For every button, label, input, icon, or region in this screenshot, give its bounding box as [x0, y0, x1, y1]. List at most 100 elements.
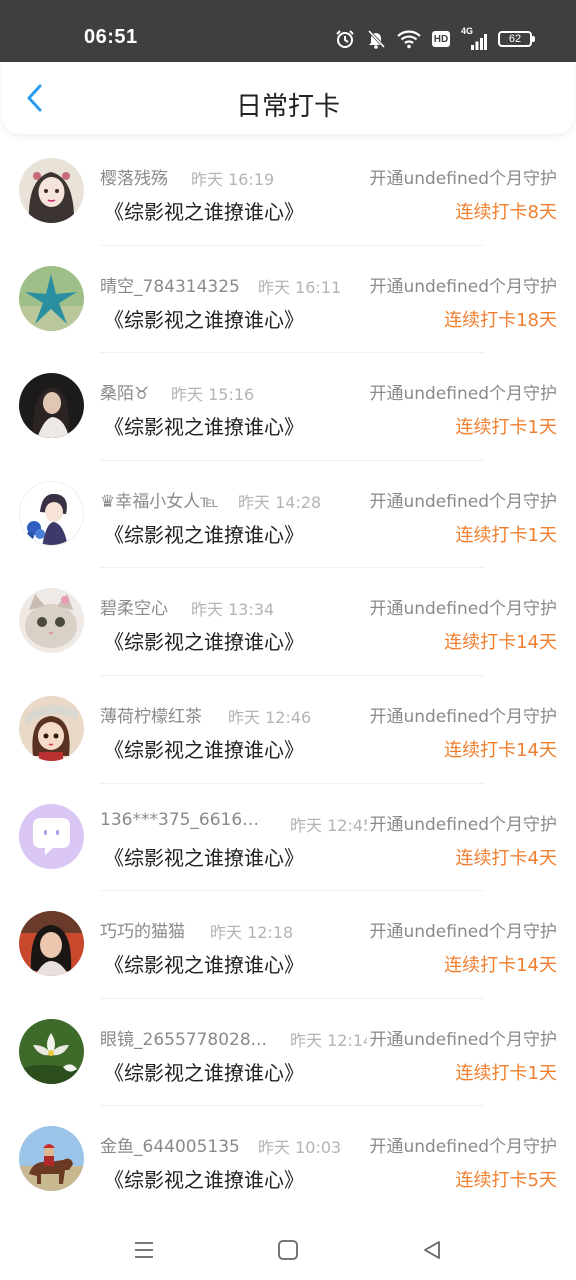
checkin-row[interactable]: 金鱼_644005135 昨天 10:03 开通undefined个月守护 《综… [0, 1106, 576, 1214]
avatar[interactable] [19, 373, 84, 439]
guard-text: 开通undefined个月守护 [367, 809, 557, 835]
battery-icon: 62 [498, 31, 535, 47]
checkin-time: 昨天 12:45 [290, 815, 374, 835]
streak-text: 连续打卡8天 [455, 202, 557, 223]
user-name[interactable]: 136***375_66163... [100, 810, 268, 830]
avatar-horse-rider-icon [19, 1126, 84, 1192]
streak-text: 连续打卡14天 [444, 739, 557, 761]
guard-text: 开通undefined个月守护 [367, 271, 557, 297]
checkin-time: 昨天 16:11 [258, 277, 342, 297]
avatar[interactable] [19, 803, 84, 869]
checkin-row[interactable]: ♛幸福小女人℡ 昨天 14:28 开通undefined个月守护 《综影视之谁撩… [0, 461, 576, 569]
menu-icon [135, 1242, 153, 1258]
status-icons: HD 4G 62 [335, 26, 535, 52]
avatar-photo-woman-icon [19, 911, 84, 977]
avatar-anime-boy-icon [20, 481, 83, 545]
streak-text: 连续打卡14天 [444, 955, 557, 977]
home-button[interactable] [274, 1236, 302, 1264]
avatar-default-chat-icon [19, 803, 84, 869]
streak-text: 连续打卡18天 [444, 309, 557, 331]
status-time: 06:51 [84, 26, 138, 48]
wifi-icon [397, 29, 421, 49]
checkin-row[interactable]: 晴空_784314325 昨天 16:11 开通undefined个月守护 《综… [0, 246, 576, 354]
avatar[interactable] [19, 158, 84, 223]
work-title[interactable]: 《综影视之谁撩谁心》 [104, 304, 304, 333]
avatar-lotus-icon [19, 1018, 84, 1084]
work-title[interactable]: 《综影视之谁撩谁心》 [104, 196, 304, 225]
avatar[interactable] [19, 1126, 84, 1192]
battery-level: 62 [508, 33, 522, 45]
system-nav-bar [0, 1218, 576, 1280]
checkin-row[interactable]: 眼镜_2655778028... 昨天 12:14 开通undefined个月守… [0, 999, 576, 1107]
user-name[interactable]: 晴空_784314325 [100, 272, 240, 297]
user-name[interactable]: 眼镜_2655778028... [100, 1025, 267, 1050]
avatar[interactable] [19, 265, 84, 331]
home-square-icon [278, 1240, 298, 1260]
checkin-time: 昨天 12:46 [228, 707, 312, 727]
user-name[interactable]: 樱落残殇 [100, 164, 168, 189]
avatar[interactable] [19, 695, 84, 761]
user-name[interactable]: 金鱼_644005135 [100, 1132, 240, 1157]
avatar-cat-icon [19, 588, 84, 654]
guard-text: 开通undefined个月守护 [367, 1132, 557, 1158]
guard-text: 开通undefined个月守护 [367, 1024, 557, 1050]
status-bar: 06:51 HD 4G 62 [0, 0, 576, 62]
checkin-time: 昨天 10:03 [258, 1138, 342, 1158]
guard-text: 开通undefined个月守护 [367, 701, 557, 727]
work-title[interactable]: 《综影视之谁撩谁心》 [104, 734, 304, 763]
streak-text: 连续打卡1天 [455, 417, 557, 439]
guard-text: 开通undefined个月守护 [367, 917, 557, 943]
avatar-girl-ink-icon [19, 158, 84, 223]
work-title[interactable]: 《综影视之谁撩谁心》 [104, 626, 304, 655]
avatar-starfish-icon [19, 265, 84, 331]
checkin-list[interactable]: 樱落残殇 昨天 16:19 开通undefined个月守护 《综影视之谁撩谁心》… [0, 138, 576, 1214]
user-name[interactable]: ♛幸福小女人℡ [100, 487, 219, 512]
hd-icon: HD [432, 31, 450, 47]
checkin-time: 昨天 14:28 [238, 492, 322, 512]
page-title: 日常打卡 [235, 92, 340, 122]
checkin-row[interactable]: 碧柔空心 昨天 13:34 开通undefined个月守护 《综影视之谁撩谁心》… [0, 568, 576, 676]
avatar[interactable] [19, 588, 84, 654]
checkin-row[interactable]: 136***375_66163... 昨天 12:45 开通undefined个… [0, 784, 576, 892]
checkin-row[interactable]: 桑陌♉ 昨天 15:16 开通undefined个月守护 《综影视之谁撩谁心》 … [0, 353, 576, 461]
checkin-row[interactable]: 樱落残殇 昨天 16:19 开通undefined个月守护 《综影视之谁撩谁心》… [0, 138, 576, 246]
streak-text: 连续打卡5天 [455, 1170, 557, 1192]
work-title[interactable]: 《综影视之谁撩谁心》 [104, 1164, 304, 1193]
avatar[interactable] [19, 480, 84, 546]
guard-text: 开通undefined个月守护 [367, 486, 557, 512]
checkin-row[interactable]: 薄荷柠檬红茶 昨天 12:46 开通undefined个月守护 《综影视之谁撩谁… [0, 676, 576, 784]
signal-icon: 4G [461, 26, 487, 50]
avatar-photo-girl-icon [19, 373, 84, 439]
work-title[interactable]: 《综影视之谁撩谁心》 [104, 949, 304, 978]
checkin-time: 昨天 15:16 [171, 385, 255, 405]
avatar[interactable] [19, 1018, 84, 1084]
alarm-icon [335, 29, 355, 49]
streak-text: 连续打卡1天 [455, 1062, 557, 1084]
avatar-cartoon-girl-icon [19, 695, 84, 761]
checkin-row[interactable]: 巧巧的猫猫 昨天 12:18 开通undefined个月守护 《综影视之谁撩谁心… [0, 891, 576, 999]
user-name[interactable]: 碧柔空心 [100, 594, 168, 619]
work-title[interactable]: 《综影视之谁撩谁心》 [104, 1057, 304, 1086]
menu-button[interactable] [130, 1236, 158, 1264]
mute-bell-icon [366, 29, 386, 49]
user-name[interactable]: 薄荷柠檬红茶 [100, 702, 202, 727]
avatar[interactable] [19, 911, 84, 977]
checkin-time: 昨天 12:18 [210, 923, 294, 943]
streak-text: 连续打卡1天 [455, 524, 557, 546]
user-name[interactable]: 桑陌♉ [100, 379, 149, 404]
checkin-time: 昨天 16:19 [191, 170, 275, 189]
streak-text: 连续打卡4天 [455, 847, 557, 869]
back-nav-button[interactable] [418, 1236, 446, 1264]
back-triangle-icon [424, 1241, 440, 1259]
guard-text: 开通undefined个月守护 [367, 164, 557, 189]
streak-text: 连续打卡14天 [444, 632, 557, 654]
checkin-time: 昨天 13:34 [191, 600, 275, 620]
work-title[interactable]: 《综影视之谁撩谁心》 [104, 519, 304, 548]
guard-text: 开通undefined个月守护 [367, 594, 557, 620]
work-title[interactable]: 《综影视之谁撩谁心》 [104, 842, 304, 871]
guard-text: 开通undefined个月守护 [367, 379, 557, 405]
user-name[interactable]: 巧巧的猫猫 [100, 917, 185, 942]
work-title[interactable]: 《综影视之谁撩谁心》 [104, 411, 304, 440]
page-header: 日常打卡 [2, 62, 574, 134]
checkin-time: 昨天 12:14 [290, 1030, 374, 1050]
